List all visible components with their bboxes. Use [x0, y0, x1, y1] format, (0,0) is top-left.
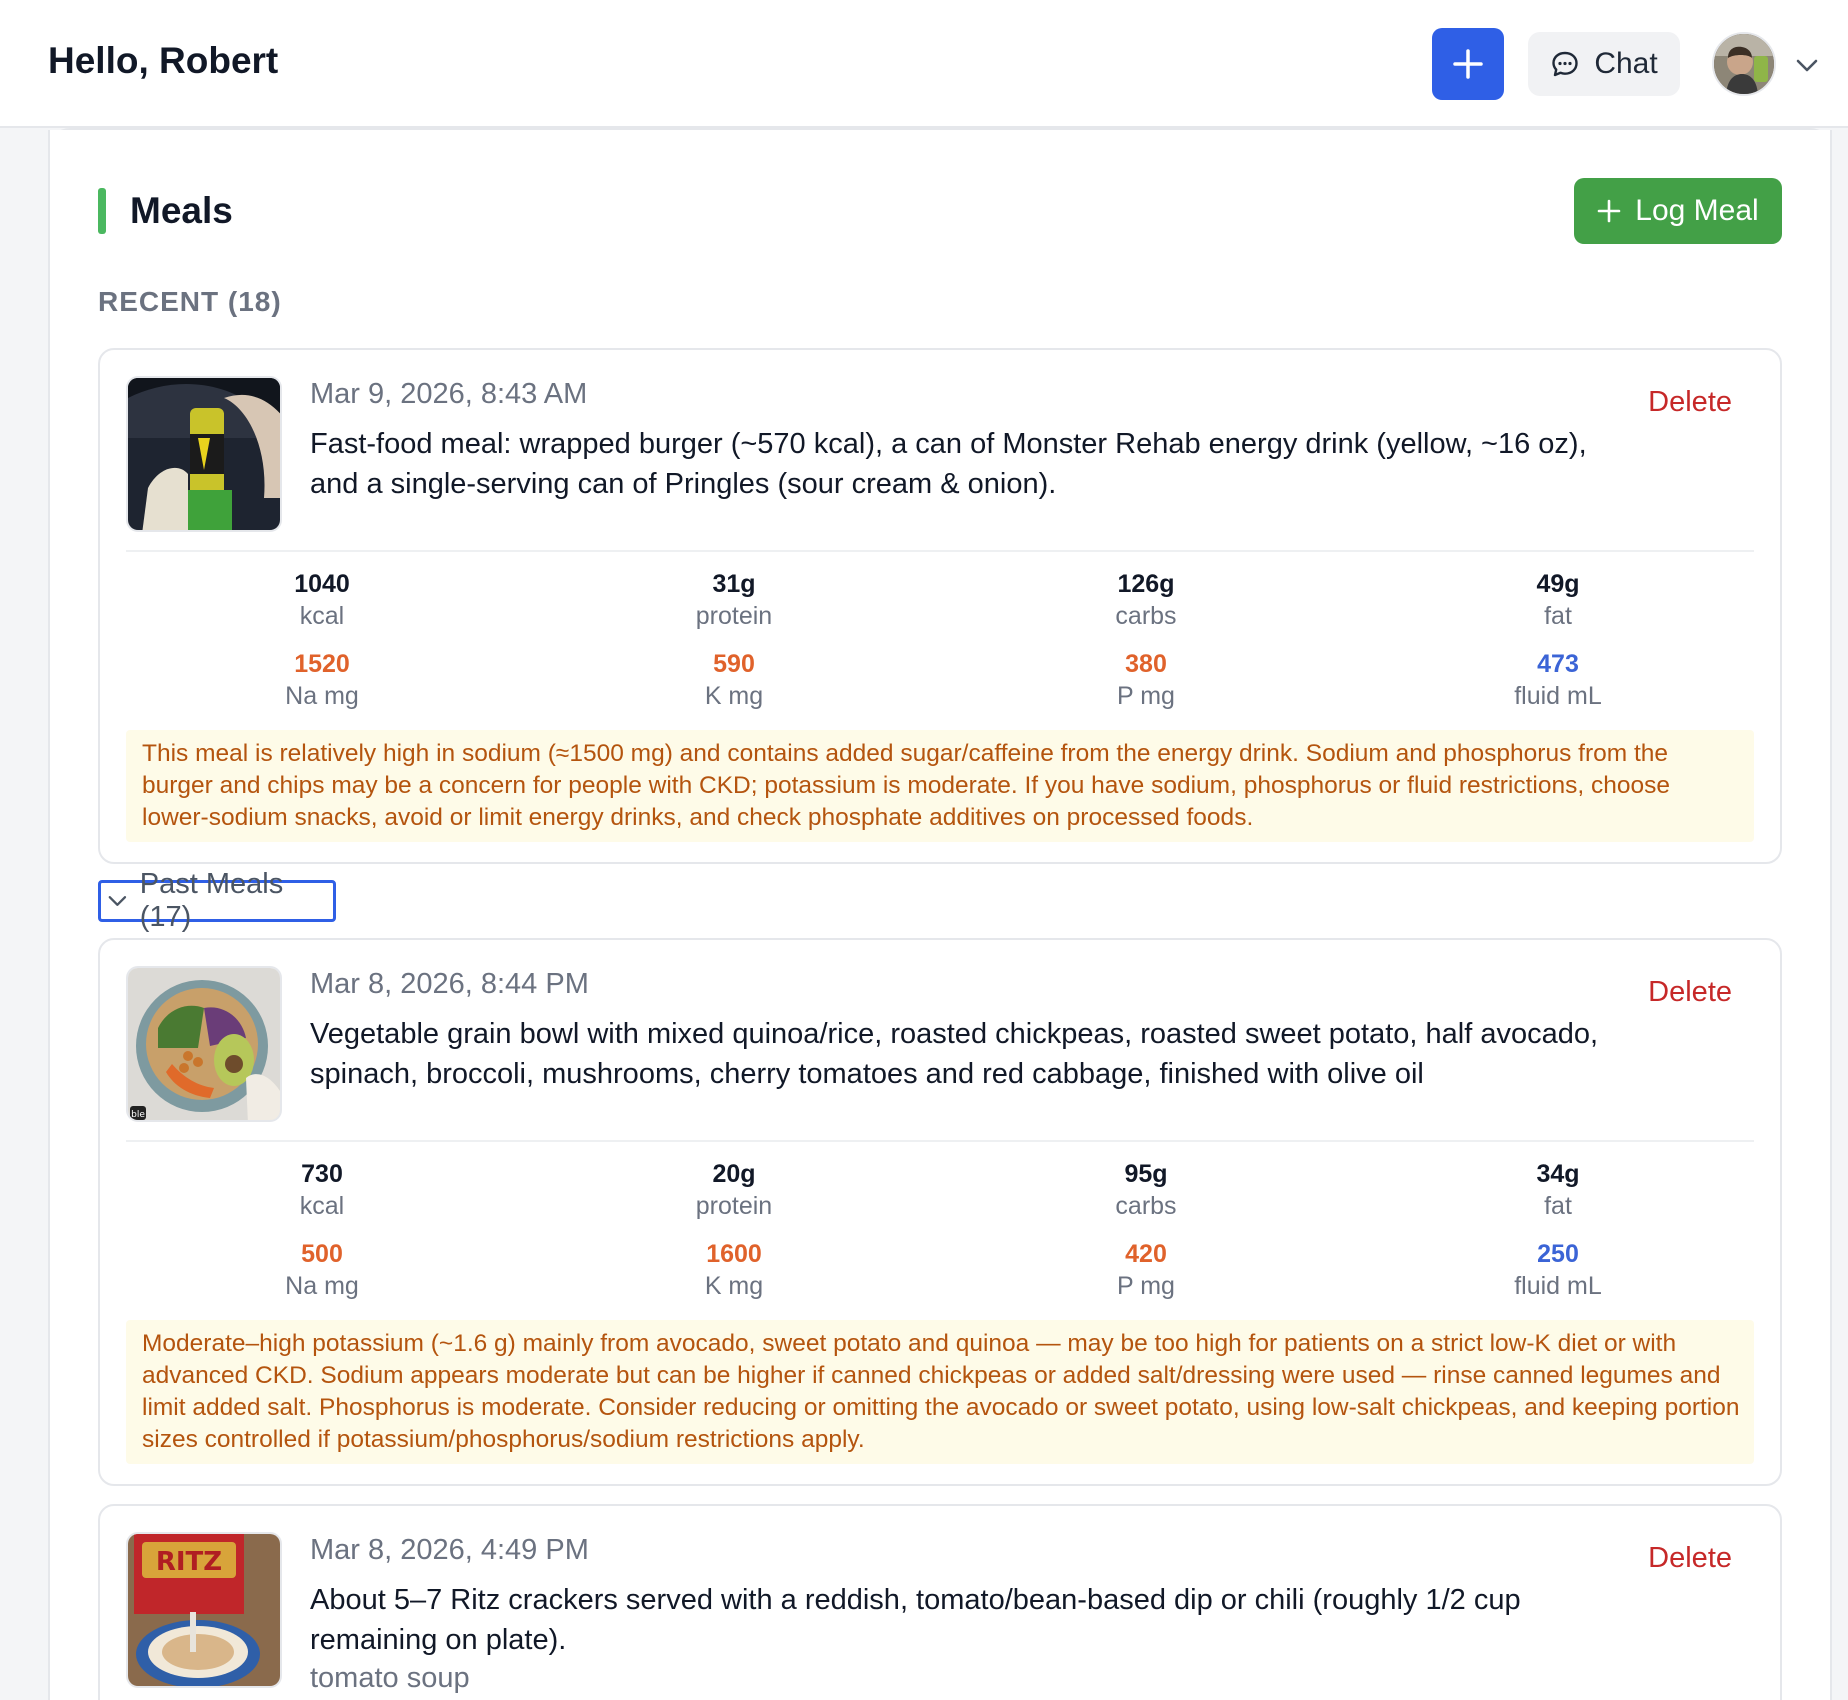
- add-button[interactable]: [1432, 28, 1504, 100]
- svg-text:RITZ: RITZ: [156, 1547, 222, 1577]
- meal-time: Mar 9, 2026, 8:43 AM: [310, 378, 588, 410]
- meal-description: Vegetable grain bowl with mixed quinoa/r…: [310, 1018, 1599, 1090]
- nutrient-potassium: 590 K mg: [704, 650, 764, 710]
- chat-bubble-icon: [1552, 51, 1579, 77]
- nutrient-phosphorus: 380 P mg: [1117, 650, 1175, 710]
- divider: [126, 550, 1754, 552]
- plus-icon: [1597, 199, 1621, 223]
- nutrient-carbs: 126g carbs: [1115, 570, 1177, 630]
- chevron-down-icon[interactable]: [1792, 50, 1822, 80]
- avatar[interactable]: [1712, 32, 1776, 96]
- nutrient-fluid: 250 fluid mL: [1514, 1240, 1602, 1300]
- log-meal-label: Log Meal: [1635, 194, 1759, 227]
- section-accent: [98, 188, 106, 234]
- meal-photo: ble: [126, 966, 282, 1122]
- meal-card: ble Mar 8, 2026, 8:44 PM Vegetable grain…: [98, 938, 1782, 1486]
- nutrient-carbs: 95g carbs: [1115, 1160, 1177, 1220]
- meal-description: About 5–7 Ritz crackers served with a re…: [310, 1584, 1521, 1656]
- top-bar: Hello, Robert Chat: [0, 0, 1848, 128]
- nutrient-protein: 31g protein: [695, 570, 773, 630]
- meal-note: tomato soup: [310, 1662, 470, 1694]
- nutrient-sodium: 1520 Na mg: [285, 650, 359, 710]
- nutrient-kcal: 730 kcal: [299, 1160, 345, 1220]
- meal-time: Mar 8, 2026, 4:49 PM: [310, 1534, 589, 1566]
- delete-button[interactable]: Delete: [1648, 976, 1732, 1009]
- meal-description: Fast-food meal: wrapped burger (~570 kca…: [310, 428, 1587, 500]
- past-meals-toggle[interactable]: Past Meals (17): [98, 868, 336, 933]
- nutrient-grid: 730 kcal 20g protein 95g carbs 34g fat 5…: [126, 1158, 1754, 1328]
- nutrient-fat: 34g fat: [1536, 1160, 1580, 1220]
- recent-label: RECENT (18): [98, 286, 282, 317]
- meal-photo: [126, 376, 282, 532]
- chevron-down-icon: [108, 896, 127, 906]
- delete-button[interactable]: Delete: [1648, 1542, 1732, 1575]
- nutrient-kcal: 1040 kcal: [294, 570, 350, 630]
- nutrient-grid: 1040 kcal 31g protein 126g carbs 49g fat…: [126, 568, 1754, 738]
- meal-time: Mar 8, 2026, 8:44 PM: [310, 968, 589, 1000]
- chat-button[interactable]: Chat: [1528, 32, 1680, 96]
- nutrient-potassium: 1600 K mg: [704, 1240, 764, 1300]
- chat-label: Chat: [1594, 47, 1658, 80]
- past-meals-label: Past Meals (17): [139, 868, 284, 933]
- plus-icon: [1453, 49, 1483, 79]
- health-alert: Moderate–high potassium (~1.6 g) mainly …: [126, 1320, 1754, 1464]
- nutrient-fluid: 473 fluid mL: [1514, 650, 1602, 710]
- svg-text:ble: ble: [131, 1110, 145, 1120]
- divider: [126, 1140, 1754, 1142]
- delete-button[interactable]: Delete: [1648, 386, 1732, 419]
- nutrient-protein: 20g protein: [695, 1160, 773, 1220]
- nutrient-sodium: 500 Na mg: [285, 1240, 359, 1300]
- greeting: Hello, Robert: [48, 40, 279, 81]
- log-meal-button[interactable]: Log Meal: [1574, 178, 1782, 244]
- meal-photo: RITZ: [126, 1532, 282, 1688]
- meal-card: Mar 9, 2026, 8:43 AM Fast-food meal: wra…: [98, 348, 1782, 864]
- nutrient-phosphorus: 420 P mg: [1117, 1240, 1175, 1300]
- nutrient-fat: 49g fat: [1536, 570, 1580, 630]
- meal-card: RITZ Mar 8, 2026, 4:49 PM About 5–7 Ritz…: [98, 1504, 1782, 1700]
- health-alert: This meal is relatively high in sodium (…: [126, 730, 1754, 842]
- section-title: Meals: [130, 190, 233, 231]
